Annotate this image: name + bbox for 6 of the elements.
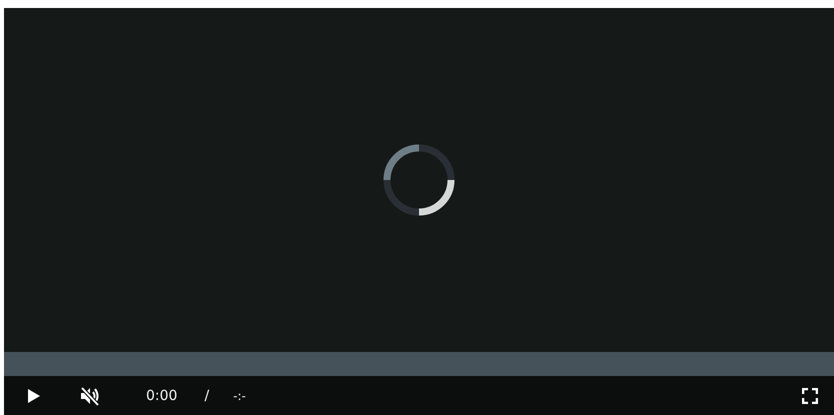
muted-speaker-icon <box>79 386 101 406</box>
duration: -:- <box>233 388 246 402</box>
current-time: 0:00 <box>146 388 178 404</box>
fullscreen-icon <box>802 388 818 404</box>
time-separator: / <box>204 388 210 404</box>
play-icon <box>27 388 41 404</box>
